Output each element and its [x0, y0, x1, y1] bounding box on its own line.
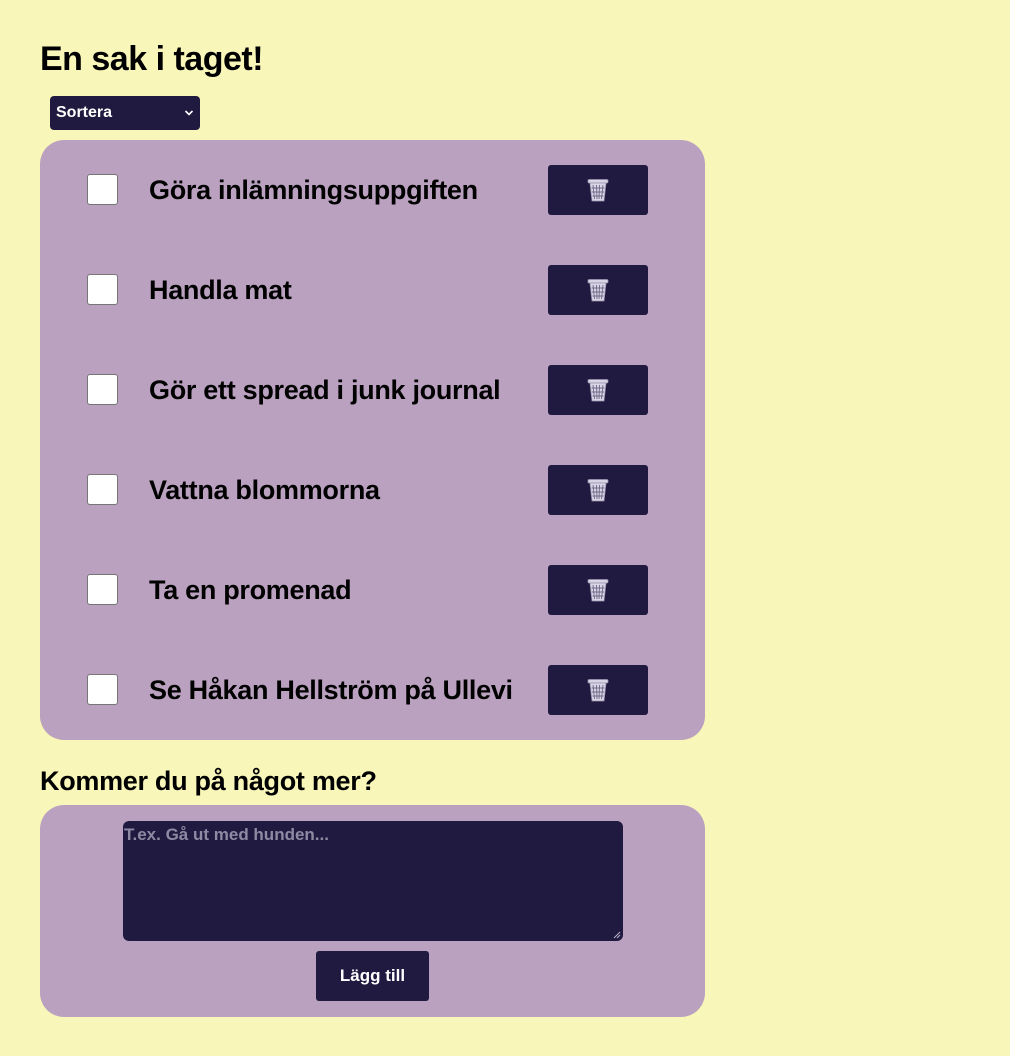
- delete-button[interactable]: [548, 665, 648, 715]
- resize-handle-icon[interactable]: [613, 931, 621, 939]
- trash-icon: [587, 179, 609, 202]
- todo-item: Handla mat: [40, 265, 705, 315]
- todo-label: Ta en promenad: [149, 575, 352, 605]
- todo-item: Ta en promenad: [40, 565, 705, 615]
- delete-button[interactable]: [548, 265, 648, 315]
- chevron-down-icon: [184, 110, 194, 116]
- sort-select[interactable]: Sortera: [50, 96, 200, 130]
- add-todo-panel: T.ex. Gå ut med hunden... Lägg till: [40, 805, 705, 1017]
- trash-icon: [587, 379, 609, 402]
- todo-list: Göra inlämningsuppgiften Handla mat Gör …: [40, 140, 705, 740]
- sort-select-value: Sortera: [56, 104, 113, 121]
- delete-button[interactable]: [548, 565, 648, 615]
- trash-icon: [587, 279, 609, 302]
- trash-icon: [587, 479, 609, 502]
- todo-item: Gör ett spread i junk journal: [40, 365, 705, 415]
- add-button[interactable]: Lägg till: [316, 951, 429, 1001]
- todo-checkbox[interactable]: [87, 274, 118, 305]
- todo-checkbox[interactable]: [87, 174, 118, 205]
- todo-item: Vattna blommorna: [40, 465, 705, 515]
- new-todo-input[interactable]: T.ex. Gå ut med hunden...: [123, 821, 623, 941]
- todo-label: Gör ett spread i junk journal: [149, 375, 501, 405]
- todo-label: Vattna blommorna: [149, 475, 380, 505]
- new-todo-placeholder: T.ex. Gå ut med hunden...: [124, 825, 329, 844]
- todo-checkbox[interactable]: [87, 674, 118, 705]
- todo-checkbox[interactable]: [87, 374, 118, 405]
- todo-label: Handla mat: [149, 275, 292, 305]
- delete-button[interactable]: [548, 165, 648, 215]
- todo-checkbox[interactable]: [87, 574, 118, 605]
- todo-item: Göra inlämningsuppgiften: [40, 165, 705, 215]
- delete-button[interactable]: [548, 465, 648, 515]
- add-section-title: Kommer du på något mer?: [40, 766, 377, 796]
- trash-icon: [587, 679, 609, 702]
- todo-label: Se Håkan Hellström på Ullevi: [149, 675, 513, 705]
- todo-label: Göra inlämningsuppgiften: [149, 175, 478, 205]
- page-title: En sak i taget!: [40, 40, 264, 78]
- delete-button[interactable]: [548, 365, 648, 415]
- todo-checkbox[interactable]: [87, 474, 118, 505]
- trash-icon: [587, 579, 609, 602]
- todo-item: Se Håkan Hellström på Ullevi: [40, 665, 705, 715]
